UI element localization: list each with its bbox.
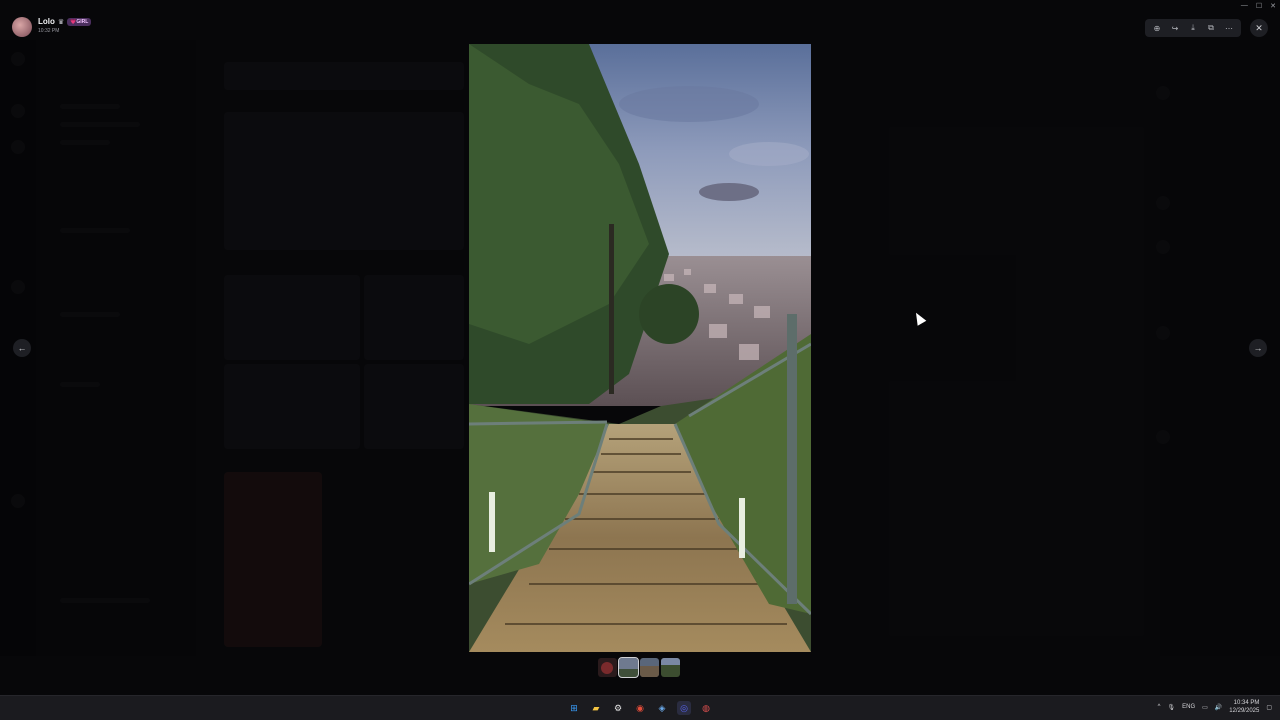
author-text: Lolo ♛ 💗GIRL 10:32 PM (38, 17, 92, 34)
taskbar-apps: ⊞ ▰ ⚙ ◉ ◈ ◎ ◍ (567, 701, 713, 715)
language-indicator[interactable]: ENG (1182, 704, 1195, 710)
more-options-icon[interactable]: ⋯ (1221, 21, 1237, 35)
maximize-icon[interactable]: ☐ (1256, 2, 1262, 10)
avatar[interactable] (12, 17, 32, 37)
author-info[interactable]: Lolo ♛ 💗GIRL 10:32 PM (12, 17, 92, 37)
window-controls: — ☐ ✕ (1241, 2, 1276, 10)
thumbnail-2[interactable] (618, 657, 639, 678)
close-window-icon[interactable]: ✕ (1270, 2, 1276, 10)
clock-time: 10:34 PM (1233, 700, 1260, 706)
file-explorer-icon[interactable]: ▰ (589, 701, 603, 715)
author-tag: 💗GIRL (67, 17, 92, 26)
media-image[interactable] (469, 44, 811, 652)
thumbnail-3[interactable] (640, 658, 659, 677)
previous-image-button[interactable]: ← (13, 339, 31, 357)
steam-icon[interactable]: ◈ (655, 701, 669, 715)
author-name-row: Lolo ♛ 💗GIRL (38, 17, 92, 26)
download-icon[interactable]: ⤓ (1185, 21, 1201, 35)
clock[interactable]: 10:34 PM 12/29/2025 (1229, 699, 1259, 715)
windows-start-icon[interactable]: ⊞ (567, 701, 581, 715)
close-viewer-button[interactable]: ✕ (1250, 19, 1268, 37)
next-image-button[interactable]: → (1249, 339, 1267, 357)
viewer-toolbar: ⊕ ↪ ⤓ ⧉ ⋯ (1145, 19, 1241, 37)
media-viewer-screen: Lolo ♛ 💗GIRL 10:32 PM ⊕ ↪ ⤓ ⧉ ⋯ ✕ — ☐ ✕ (0, 0, 1280, 720)
crown-icon: ♛ (57, 18, 65, 26)
notification-icon[interactable]: ▢ (1266, 704, 1272, 711)
thumbnail-strip (598, 657, 680, 678)
network-icon[interactable]: ▭ (1202, 704, 1208, 711)
forward-icon[interactable]: ↪ (1167, 21, 1183, 35)
app-icon[interactable]: ◍ (699, 701, 713, 715)
minimize-icon[interactable]: — (1241, 2, 1248, 10)
viewer-header: Lolo ♛ 💗GIRL 10:32 PM ⊕ ↪ ⤓ ⧉ ⋯ ✕ — ☐ ✕ (0, 0, 1280, 40)
discord-icon[interactable]: ◎ (677, 701, 691, 715)
author-name[interactable]: Lolo (38, 17, 55, 26)
clock-date: 12/29/2025 (1229, 708, 1260, 714)
zoom-in-icon[interactable]: ⊕ (1149, 21, 1165, 35)
message-timestamp: 10:32 PM (38, 28, 60, 34)
chrome-icon[interactable]: ◉ (633, 701, 647, 715)
staircase-photo (469, 44, 811, 652)
microphone-icon[interactable]: 🎙 (1168, 704, 1176, 711)
volume-icon[interactable]: 🔊 (1215, 704, 1222, 711)
system-tray: ^ 🎙 ENG ▭ 🔊 10:34 PM 12/29/2025 ▢ (1158, 699, 1272, 715)
thumbnail-4[interactable] (661, 658, 680, 677)
open-in-browser-icon[interactable]: ⧉ (1203, 21, 1219, 35)
thumbnail-1[interactable] (598, 658, 617, 677)
settings-gear-icon[interactable]: ⚙ (611, 701, 625, 715)
tray-chevron-icon[interactable]: ^ (1158, 704, 1161, 710)
windows-taskbar: ⊞ ▰ ⚙ ◉ ◈ ◎ ◍ ^ 🎙 ENG ▭ 🔊 10:34 PM 12/29… (0, 695, 1280, 720)
